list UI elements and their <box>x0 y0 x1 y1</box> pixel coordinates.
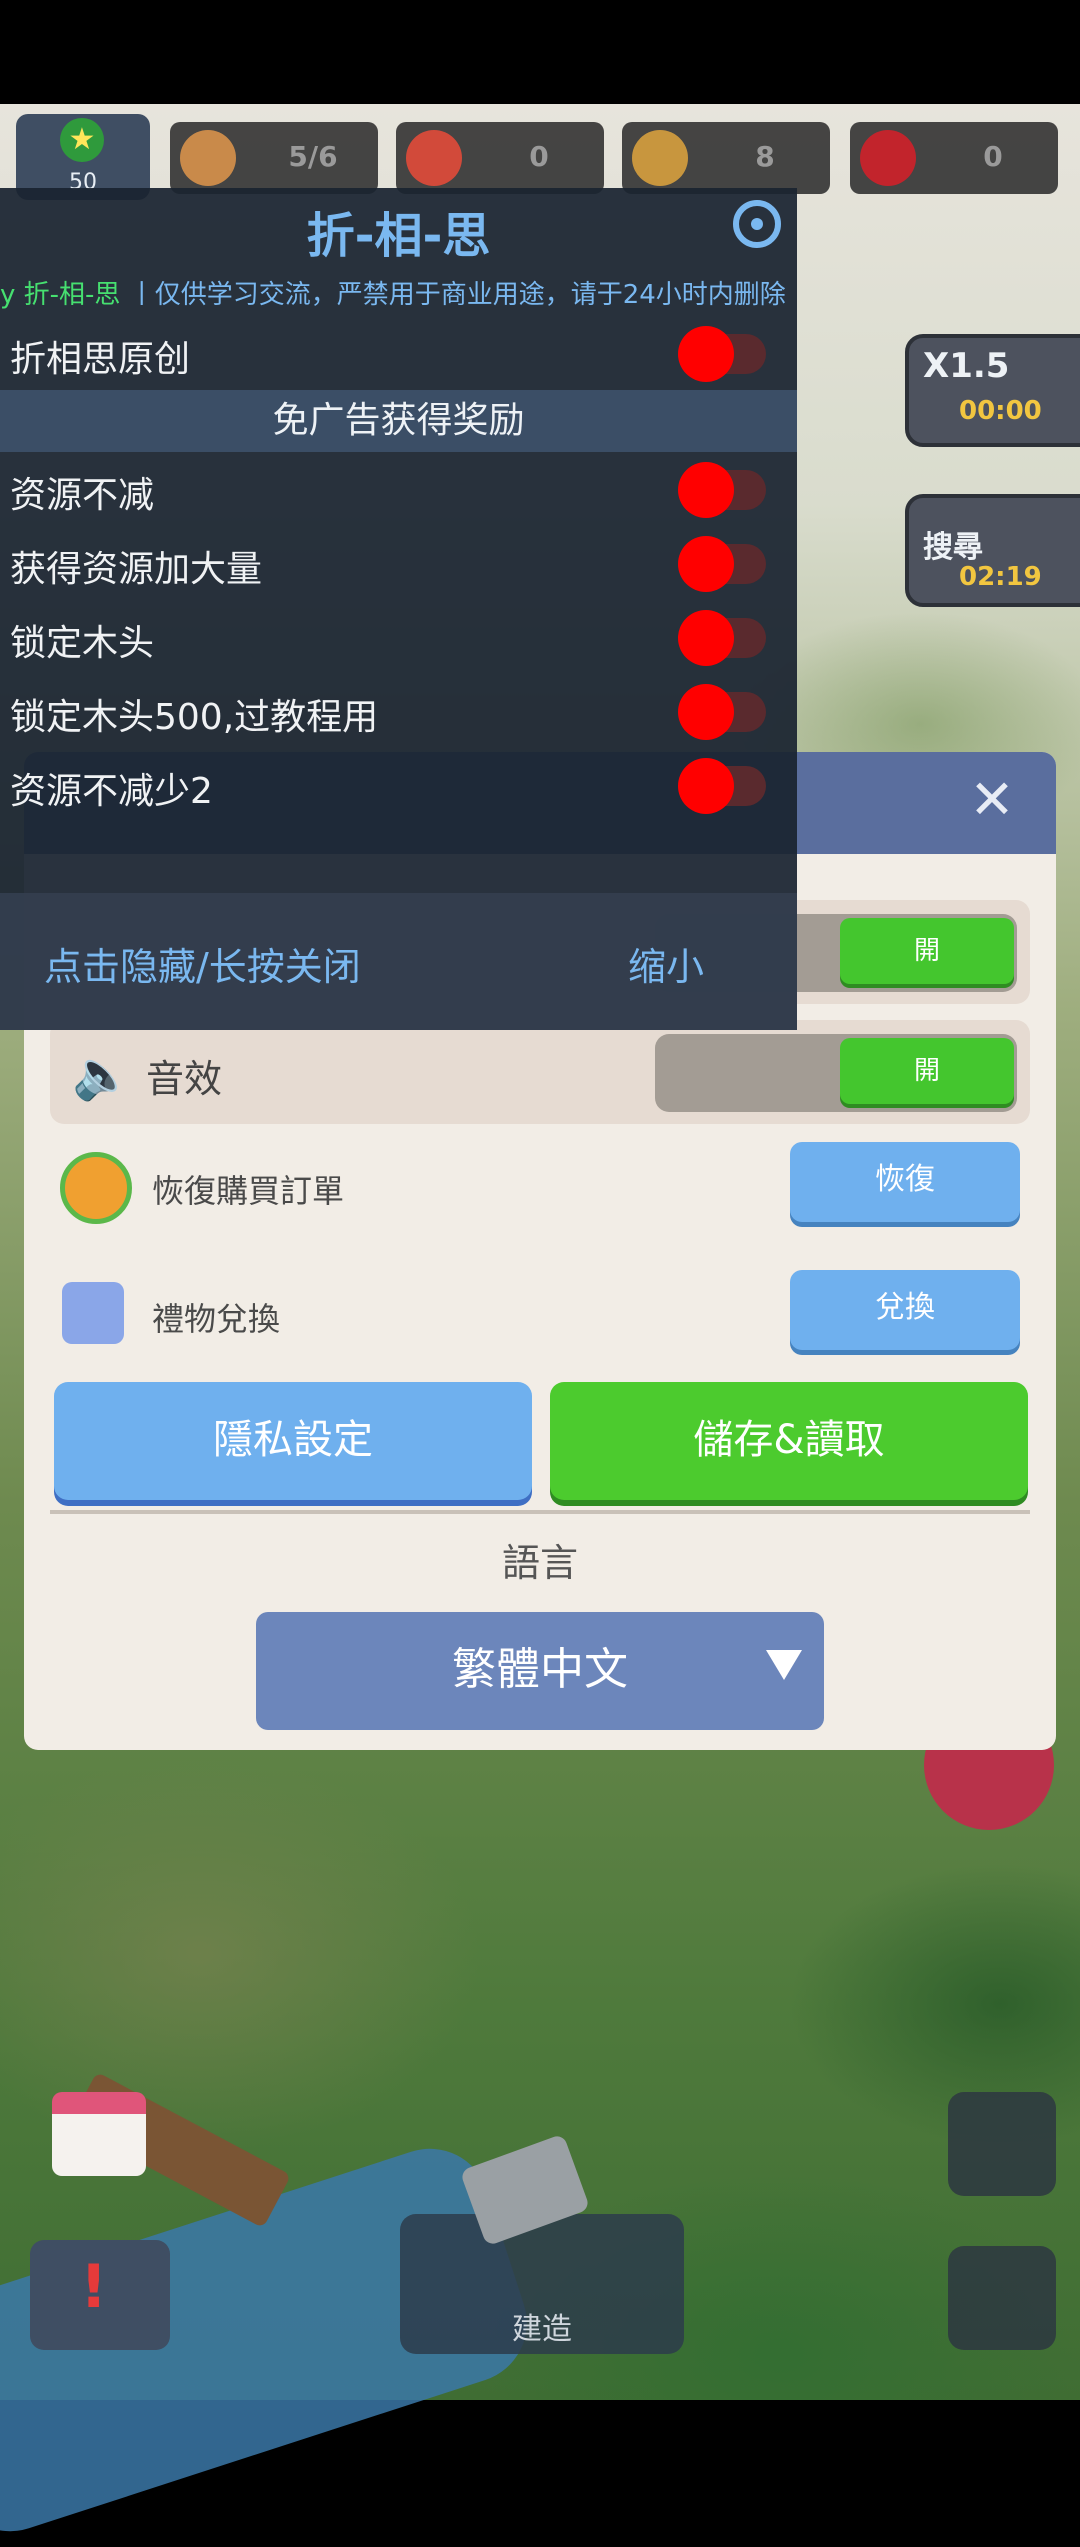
language-select[interactable]: 繁體中文 <box>256 1612 824 1730</box>
sound-toggle[interactable]: 開 <box>655 1034 1017 1112</box>
mod-menu-title: 折-相-思 <box>306 208 491 264</box>
speed-button[interactable]: X1.5 00:00 <box>905 334 1080 447</box>
meat-icon <box>406 130 462 186</box>
mod-switch-knob[interactable] <box>678 610 734 666</box>
meat-counter: 0 <box>396 122 604 194</box>
gift-label: 禮物兌換 <box>152 1300 281 1338</box>
mod-item-label: 资源不减少2 <box>10 771 213 812</box>
gift-icon <box>62 1282 124 1344</box>
star-icon: ★ <box>60 118 104 162</box>
gems-counter[interactable]: 0 <box>850 122 1058 194</box>
close-icon[interactable]: ✕ <box>966 773 1018 827</box>
dropdown-arrow-icon <box>766 1650 802 1680</box>
build-label: 建造 <box>512 2312 572 2347</box>
mod-item-label: 资源不减 <box>10 475 155 516</box>
divider <box>50 1510 1030 1514</box>
privacy-settings-button[interactable]: 隱私設定 <box>54 1382 532 1500</box>
restore-button[interactable]: 恢復 <box>790 1142 1020 1222</box>
swords-icon[interactable] <box>948 2246 1056 2350</box>
mod-switch-knob[interactable] <box>678 684 734 740</box>
redeem-button[interactable]: 兌換 <box>790 1270 1020 1350</box>
workers-counter: 5/6 <box>170 122 378 194</box>
gem-icon <box>860 130 916 186</box>
original-switch-knob[interactable] <box>678 326 734 382</box>
mod-switch-knob[interactable] <box>678 462 734 518</box>
worker-icon <box>180 130 236 186</box>
gear-icon[interactable] <box>733 200 781 248</box>
mod-item-label: 获得资源加大量 <box>10 549 263 590</box>
language-label: 語言 <box>501 1541 578 1585</box>
wood-counter: 8 <box>622 122 830 194</box>
hide-close-button[interactable]: 点击隐藏/长按关闭 <box>44 936 361 991</box>
exclamation-icon: ! <box>80 2252 108 2322</box>
sound-label: 音效 <box>146 1057 223 1101</box>
mod-ticker: y 折-相-思 丨仅供学习交流，严禁用于商业用途，请于24小时内删除 <box>0 280 786 310</box>
mod-item-label: 锁定木头500,过教程用 <box>10 697 379 738</box>
card-icon[interactable] <box>948 2092 1056 2196</box>
speaker-icon: 🔈 <box>72 1047 132 1103</box>
search-button[interactable]: 搜尋 02:19 <box>905 494 1080 607</box>
shop-icon[interactable] <box>52 2092 146 2176</box>
original-label: 折相思原创 <box>10 339 191 380</box>
mod-switch-knob[interactable] <box>678 536 734 592</box>
mod-item-label: 锁定木头 <box>10 623 155 664</box>
restore-label: 恢復購買訂單 <box>152 1172 345 1210</box>
basket-icon <box>60 1152 132 1224</box>
shrink-button[interactable]: 缩小 <box>628 936 704 991</box>
mod-switch-knob[interactable] <box>678 758 734 814</box>
save-load-button[interactable]: 儲存&讀取 <box>550 1382 1028 1500</box>
mod-section-title: 免广告获得奖励 <box>0 390 797 452</box>
wood-icon <box>632 130 688 186</box>
